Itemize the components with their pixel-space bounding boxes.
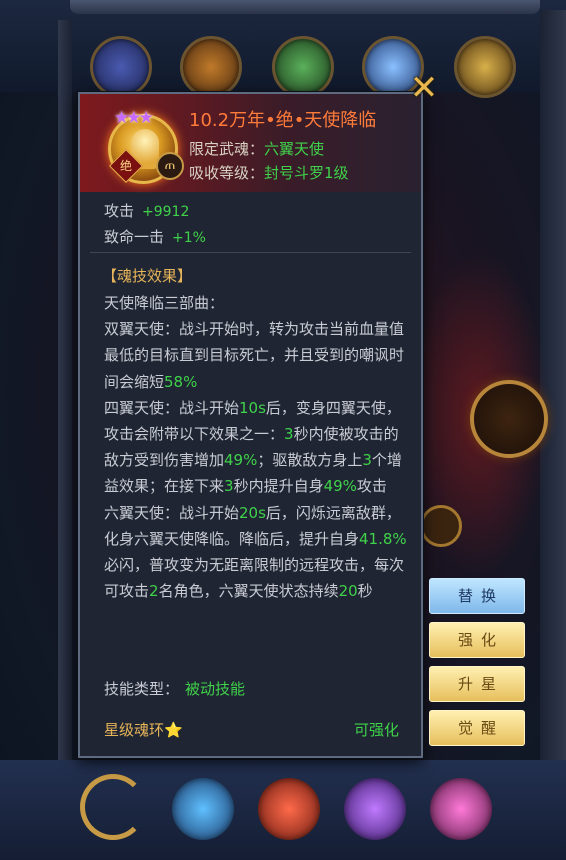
effect-text: 攻击 (356, 477, 387, 496)
effect-text: 双翼天使：战斗开始时，转为攻击当前血量值最低的目标直到目标死亡，并且受到的嘲讽时… (104, 320, 405, 391)
soul-skill-detail-popup: ★★★ 绝 ጠ 10.2万年•绝•天使降临 限定武魂：六翼天使 吸收等级：封号斗… (78, 92, 423, 758)
effect-value-highlight: 58% (164, 372, 198, 391)
stat-value: +9912 (142, 204, 190, 220)
effect-value-highlight: 49% (224, 451, 258, 470)
nav-orb-3[interactable] (344, 778, 406, 840)
limited-spirit-value: 六翼天使 (264, 140, 325, 158)
effect-value-highlight: 3 (362, 451, 372, 470)
enhanceable-label: 可强化 (353, 721, 399, 739)
star-soul-ring-label: 星级魂环⭐ (104, 719, 183, 740)
stats-list: 攻击 +9912 致命一击 +1% (104, 200, 206, 252)
nav-orb-4[interactable] (430, 778, 492, 840)
effect-value-highlight: 41.8% (359, 529, 407, 548)
effect-value-highlight: 20s (239, 503, 266, 522)
star-rating-icon: ★★★ (114, 108, 154, 128)
effect-text: 六翼天使：战斗开始 (104, 503, 240, 522)
effect-value-highlight: 2 (149, 582, 159, 601)
back-arrow-icon[interactable] (80, 774, 146, 840)
effect-value-highlight: 20 (338, 582, 358, 601)
soul-ring-slot-1[interactable] (90, 36, 152, 98)
effect-value-highlight: 3 (224, 477, 234, 496)
effect-section-title: 【魂技效果】 (102, 267, 193, 285)
stat-row-attack: 攻击 +9912 (104, 200, 206, 226)
effect-value-highlight: 49% (323, 477, 357, 496)
effect-text: 秒内提升自身 (233, 477, 324, 496)
absorb-level-label: 吸收等级： (189, 164, 265, 182)
upstar-button[interactable]: 升星 (429, 666, 525, 702)
absorb-level-row: 吸收等级：封号斗罗1级 (189, 162, 349, 183)
limited-spirit-label: 限定武魂： (189, 140, 265, 158)
divider (90, 252, 411, 253)
close-icon[interactable]: ✕ (408, 71, 440, 105)
star-soul-ring-text: 星级魂环 (104, 721, 165, 739)
stat-label: 致命一击 (104, 228, 165, 246)
soul-ring-small-emblem (420, 505, 462, 547)
effect-value-highlight: 3 (284, 425, 294, 444)
skill-type-row: 技能类型： 被动技能 (104, 678, 245, 699)
nav-orb-2[interactable] (258, 778, 320, 840)
effect-text: 秒 (357, 582, 373, 601)
soul-ring-slot-2[interactable] (180, 36, 242, 98)
limited-spirit-row: 限定武魂：六翼天使 (189, 138, 324, 159)
star-icon: ⭐ (164, 721, 183, 739)
skill-type-value: 被动技能 (185, 680, 246, 698)
skill-title: 10.2万年•绝•天使降临 (189, 110, 377, 131)
soul-ring-slot-5[interactable] (454, 36, 516, 98)
stat-value: +1% (172, 230, 206, 246)
left-frame (58, 20, 72, 760)
top-title-bar (70, 0, 540, 14)
absorb-level-value: 封号斗罗1级 (264, 164, 349, 182)
effect-text: 名角色，六翼天使状态持续 (158, 582, 339, 601)
soul-ring-emblem (470, 380, 548, 458)
replace-button[interactable]: 替换 (429, 578, 525, 614)
popup-header: ★★★ 绝 ጠ 10.2万年•绝•天使降临 限定武魂：六翼天使 吸收等级：封号斗… (80, 94, 421, 192)
effect-text: ；驱散敌方身上 (257, 451, 363, 470)
soul-ring-slot-3[interactable] (272, 36, 334, 98)
wings-emblem-icon: ጠ (156, 152, 184, 180)
stat-row-critical: 致命一击 +1% (104, 226, 206, 252)
awaken-button[interactable]: 觉醒 (429, 710, 525, 746)
strengthen-button[interactable]: 强化 (429, 622, 525, 658)
nav-orb-1[interactable] (172, 778, 234, 840)
effect-value-highlight: 10s (239, 398, 266, 417)
effect-text: 四翼天使：战斗开始 (104, 398, 240, 417)
skill-type-label: 技能类型： (104, 680, 180, 698)
effect-description: 天使降临三部曲： 双翼天使：战斗开始时，转为攻击当前血量值最低的目标直到目标死亡，… (104, 290, 410, 604)
stat-label: 攻击 (104, 202, 135, 220)
effect-text: 天使降临三部曲： (104, 294, 225, 312)
jue-badge-label: 绝 (119, 159, 132, 173)
